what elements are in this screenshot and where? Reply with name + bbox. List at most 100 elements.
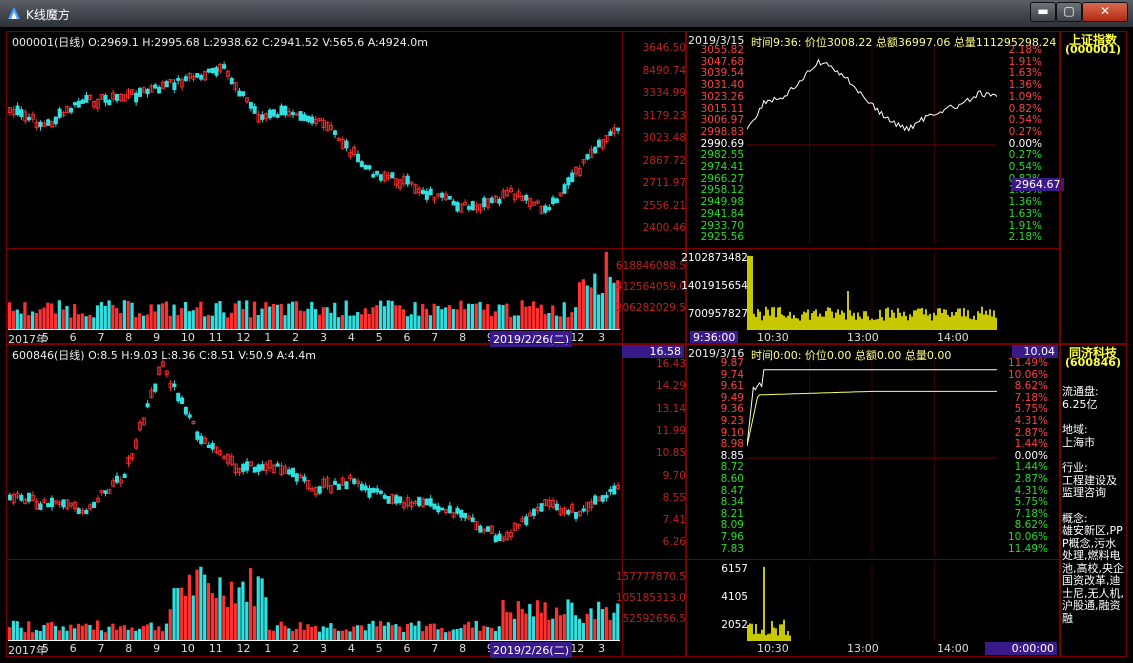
volume-bar [233,603,237,641]
volume-bar [440,309,444,330]
candle-body [482,197,487,208]
minute-price-label: 8.85 [720,449,744,462]
bottom-kline-chart[interactable] [8,358,620,556]
volume-bar [252,606,257,641]
candle-body [333,480,338,486]
volume-bar [394,624,398,641]
close-button[interactable]: ✕ [1082,2,1128,22]
candle-body [440,192,445,198]
candle-body [547,207,552,211]
minute-volume-bar [785,317,787,330]
volume-bar [195,307,199,330]
minute-volume-bar [985,310,987,330]
maximize-button[interactable]: ▢ [1056,2,1082,22]
minute-volume-bar [995,317,997,330]
minute-volume-bar [897,308,899,330]
minute-price-label: 8.34 [720,496,744,509]
axis-label: 2867.72 [642,154,686,167]
industry-value: 工程建设及监理咨询 [1062,473,1117,499]
candle-body [371,174,376,178]
volume-bar [164,623,169,641]
volume-bar [199,301,203,330]
minute-volume-bar [757,633,759,641]
minute-price-label: 2990.69 [700,137,744,150]
volume-bar [241,581,245,641]
minute-volume-bar [969,318,971,330]
volume-bar [80,625,84,641]
volume-bar [336,630,341,641]
volume-bar [554,607,559,641]
volume-bar [428,623,432,641]
minute-price-label: 3055.82 [700,44,744,56]
axis-label: 2102873482 [681,252,748,264]
volume-bar [398,305,402,330]
volume-bar [424,308,429,330]
minute-volume-bar [809,319,811,330]
candle-body [237,90,242,97]
bottom-minute-volume-chart[interactable] [747,563,997,641]
top-minute-chart[interactable] [747,46,997,244]
volume-bar [34,312,38,330]
volume-bar [149,304,153,330]
volume-bar [371,307,375,330]
candle-body [608,489,613,492]
volume-bar [356,312,360,330]
minute-percent-label: 4.31% [1014,415,1048,427]
volume-bar [298,622,302,641]
candle-body [287,469,292,475]
candle-body [8,494,12,501]
candle-body [46,119,51,126]
candle-body [405,175,410,185]
candle-body [183,76,188,82]
candle-body [145,403,150,408]
volume-bar [532,616,536,641]
top-kline-chart[interactable] [8,46,620,246]
volume-bar [467,303,471,330]
minute-volume-bar [983,314,985,330]
volume-bar [474,620,478,641]
candle-body [616,127,620,131]
volume-bar [470,304,475,330]
volume-bar [359,625,364,641]
candle-body [543,205,548,213]
top-volume-chart[interactable] [8,252,620,330]
volume-bar [214,597,218,641]
candle-body [424,191,429,200]
minute-price-label: 2925.56 [700,231,744,244]
candle-body [176,392,181,402]
volume-bar [600,293,605,330]
candle-body [375,488,380,493]
volume-bar [11,310,16,330]
minimize-button[interactable]: ▬ [1030,2,1056,22]
candle-body [524,194,529,201]
candle-body [447,195,452,200]
volume-bar [336,317,341,330]
minute-percent-label: 0.27% [1008,149,1042,162]
minute-percent-label: 0.27% [1008,125,1042,138]
bottom-minute-chart[interactable] [747,360,997,556]
volume-bar [218,301,222,330]
minute-price-label: 9.36 [720,403,744,416]
top-minute-volume-chart[interactable] [747,252,997,330]
volume-bar [268,306,272,330]
volume-bar [543,314,547,330]
minute-volume-bar [805,312,807,330]
candle-body [486,526,491,532]
volume-bar [398,626,402,641]
minute-volume-bar [799,320,801,330]
minute-volume-bar [801,314,803,330]
minute-volume-bar [923,314,925,330]
axis-label: 3 [320,642,327,655]
volume-bar [161,303,165,330]
candle-body [344,140,349,149]
minute-volume-bar [941,313,943,330]
bottom-volume-chart[interactable] [8,563,620,641]
axis-label: 618846088.5 [615,260,686,272]
candle-body [206,68,211,73]
volume-bar [597,601,601,641]
candle-body [57,108,62,118]
candle-body [302,114,307,121]
minute-volume-bar [777,307,779,330]
volume-bar [168,315,172,330]
volume-bar [103,305,107,330]
